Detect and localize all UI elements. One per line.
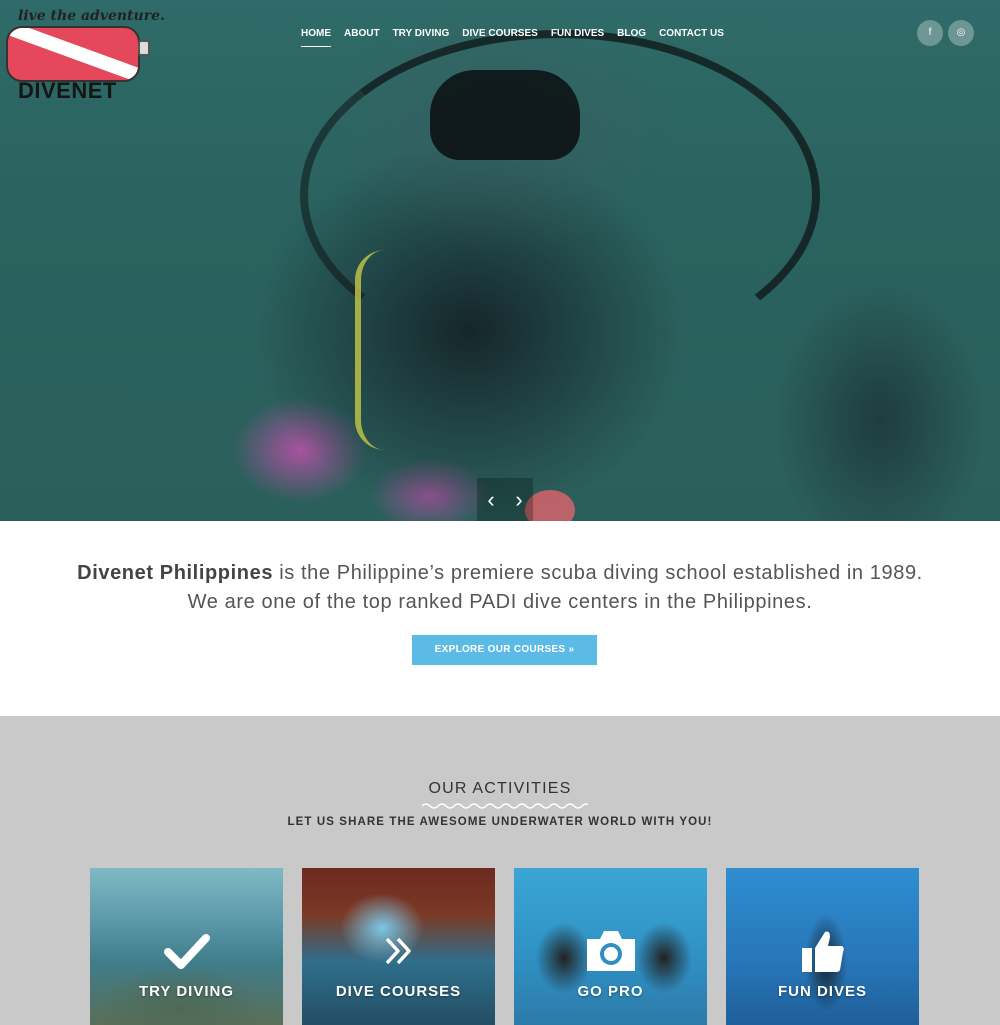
tank-valve-icon	[138, 40, 150, 56]
activities-subtitle: LET US SHARE THE AWESOME UNDERWATER WORL…	[287, 816, 713, 828]
hero-slider: live the adventure. DIVENET HOME ABOUT T…	[0, 0, 1000, 521]
dive-flag-icon	[6, 26, 140, 82]
nav-home[interactable]: HOME	[301, 27, 338, 47]
activity-card-try-diving[interactable]: TRY DIVING	[90, 868, 283, 1025]
nav-about[interactable]: ABOUT	[338, 27, 387, 47]
double-chevron-icon	[302, 928, 495, 974]
facebook-icon[interactable]: f	[917, 20, 943, 46]
logo-name: DIVENET	[18, 78, 117, 103]
activity-label: DIVE COURSES	[335, 983, 462, 1000]
wave-divider-icon	[422, 803, 588, 809]
instagram-icon[interactable]: ◎	[948, 20, 974, 46]
activity-label: FUN DIVES	[777, 983, 867, 1000]
check-icon	[90, 928, 283, 974]
thumbs-up-icon	[726, 928, 919, 974]
activity-label: TRY DIVING	[138, 983, 234, 1000]
nav-fun-dives[interactable]: FUN DIVES	[544, 27, 610, 47]
chevron-left-icon[interactable]: ‹	[487, 488, 494, 511]
nav-contact-us[interactable]: CONTACT US	[653, 27, 731, 47]
nav-blog[interactable]: BLOG	[611, 27, 653, 47]
slider-controls: ‹ ›	[477, 478, 533, 521]
activity-card-fun-dives[interactable]: FUN DIVES	[726, 868, 919, 1025]
logo-tagline: live the adventure.	[18, 8, 165, 24]
site-logo[interactable]: live the adventure. DIVENET	[6, 8, 165, 104]
activity-card-go-pro[interactable]: GO PRO	[514, 868, 707, 1025]
main-nav: HOME ABOUT TRY DIVING DIVE COURSES FUN D…	[301, 27, 730, 47]
camera-icon	[514, 928, 707, 974]
activity-label: GO PRO	[577, 983, 644, 1000]
intro-body: is the Philippine’s premiere scuba divin…	[187, 562, 923, 613]
explore-courses-button[interactable]: EXPLORE OUR COURSES »	[412, 635, 597, 665]
hero-image-mask	[430, 70, 580, 160]
intro-highlight: Divenet Philippines	[77, 562, 274, 584]
activities-section: OUR ACTIVITIES LET US SHARE THE AWESOME …	[0, 716, 1000, 1025]
nav-dive-courses[interactable]: DIVE COURSES	[456, 27, 545, 47]
activities-title: OUR ACTIVITIES	[428, 780, 572, 797]
chevron-right-icon[interactable]: ›	[515, 488, 522, 511]
intro-text: Divenet Philippines is the Philippine’s …	[60, 559, 940, 617]
nav-try-diving[interactable]: TRY DIVING	[386, 27, 456, 47]
activity-card-dive-courses[interactable]: DIVE COURSES	[302, 868, 495, 1025]
intro-section: Divenet Philippines is the Philippine’s …	[0, 521, 1000, 716]
hero-image-yellow-hose	[355, 250, 385, 450]
